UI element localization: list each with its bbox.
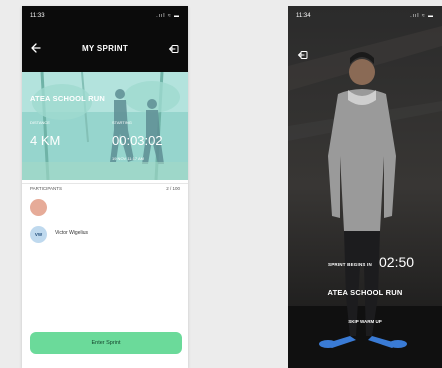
status-bar: 11:34 .ııl ≈ ▬	[296, 10, 434, 22]
start-countdown: 00:03:02	[112, 133, 163, 148]
my-sprint-screen: 11:33 .ııl ≈ ▬ MY SPRINT ATEA SCHOOL RUN…	[22, 6, 188, 368]
status-bar: 11:33 .ııl ≈ ▬	[30, 10, 180, 22]
participant-name: Victor Wigelius	[55, 230, 88, 236]
sprint-begins-label: SPRINT BEGINS IN	[328, 262, 372, 267]
header-bar: 11:33 .ııl ≈ ▬ MY SPRINT	[22, 6, 188, 72]
skip-warm-up-button[interactable]: SKIP WARM UP	[288, 319, 442, 324]
sprint-countdown: 02:50	[379, 254, 415, 270]
page-title: MY SPRINT	[81, 44, 129, 53]
signal-icon: .ııl ≈ ▬	[156, 13, 180, 19]
participants-count: 2 / 100	[166, 186, 180, 191]
starting-label: STARTING	[112, 120, 132, 125]
participant-avatar[interactable]: VW	[30, 226, 47, 243]
warm-up-screen: 11:34 .ııl ≈ ▬ SPRINT BEGINS IN 02:50 AT…	[288, 6, 442, 368]
race-name: ATEA SCHOOL RUN	[30, 94, 105, 103]
exit-icon[interactable]	[168, 43, 180, 55]
enter-sprint-button[interactable]: Enter Sprint	[30, 332, 182, 354]
signal-icon: .ııl ≈ ▬	[410, 13, 434, 19]
race-name: ATEA SCHOOL RUN	[327, 288, 403, 297]
distance-value: 4 KM	[30, 133, 61, 148]
exit-icon[interactable]	[297, 49, 309, 61]
status-time: 11:33	[30, 13, 45, 19]
divider	[22, 183, 188, 184]
participant-avatar[interactable]	[30, 199, 47, 216]
participants-label: PARTICIPANTS	[30, 186, 63, 191]
race-hero-card: ATEA SCHOOL RUN DISTANCE STARTING 4 KM 0…	[22, 72, 188, 180]
status-time: 11:34	[296, 13, 311, 19]
start-date: 19 NOV 11:17 AM	[112, 156, 144, 161]
runners-photo	[22, 72, 188, 180]
athlete-photo	[288, 6, 442, 368]
distance-label: DISTANCE	[30, 120, 50, 125]
